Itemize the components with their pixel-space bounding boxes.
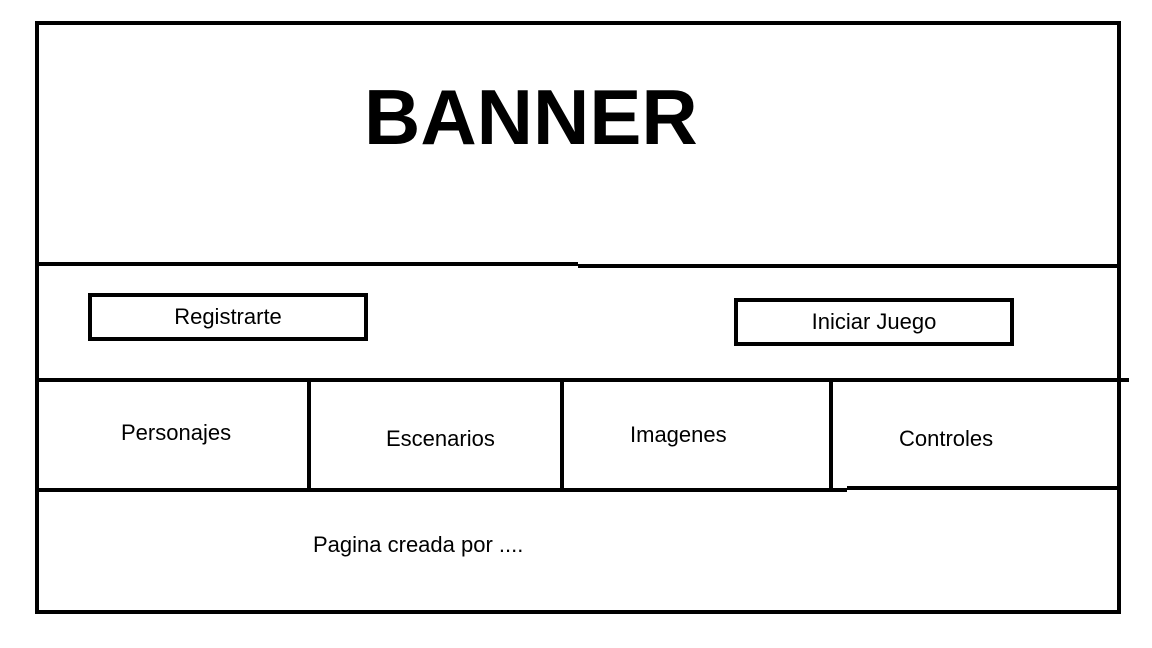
footer-credit: Pagina creada por .... [313,532,524,557]
banner-divider [35,262,578,266]
nav-item-escenarios[interactable]: Escenarios [386,426,495,452]
nav-top-divider [35,378,1129,382]
nav-item-personajes[interactable]: Personajes [121,420,231,446]
nav-separator-3 [829,380,833,492]
banner-title: BANNER [364,73,698,161]
nav-bottom-divider [35,488,847,492]
nav-separator-1 [307,380,311,492]
nav-bottom-divider-right [847,486,1121,490]
register-button[interactable]: Registrarte [88,293,368,341]
nav-item-imagenes[interactable]: Imagenes [630,422,727,448]
nav-separator-2 [560,380,564,492]
start-game-button[interactable]: Iniciar Juego [734,298,1014,346]
banner-divider-right [578,264,1121,268]
nav-item-controles[interactable]: Controles [899,426,993,452]
